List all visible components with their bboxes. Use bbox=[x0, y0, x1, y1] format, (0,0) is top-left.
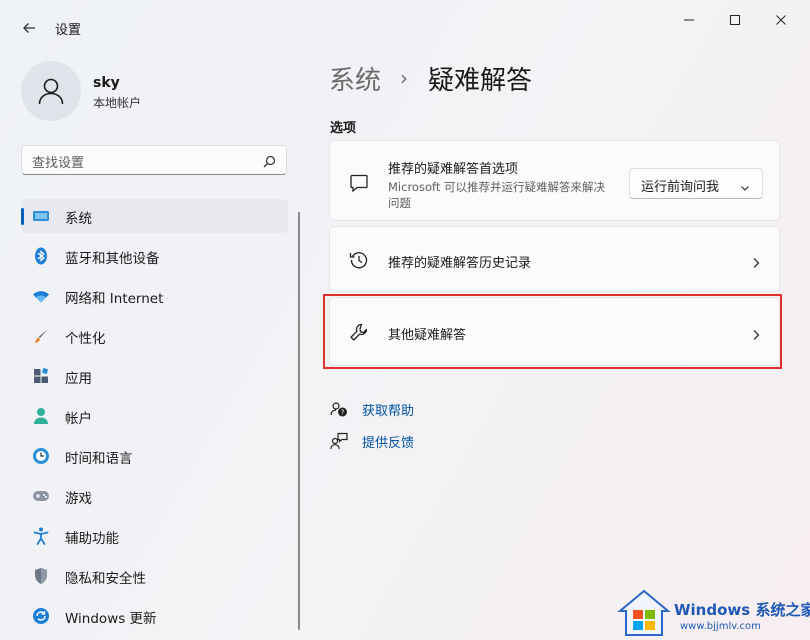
card-title: 推荐的疑难解答历史记录 bbox=[388, 256, 532, 271]
user-name: sky bbox=[93, 75, 120, 91]
clock-globe-icon bbox=[32, 447, 50, 465]
app-title: 设置 bbox=[55, 23, 82, 38]
active-indicator bbox=[21, 208, 24, 225]
sidebar-item-label: 隐私和安全性 bbox=[65, 571, 146, 587]
sidebar-item-label: 游戏 bbox=[65, 491, 92, 507]
sidebar-item-label: 时间和语言 bbox=[65, 451, 133, 467]
sidebar-item-accounts[interactable]: 帐户 bbox=[21, 399, 288, 433]
help-icon: ? bbox=[329, 399, 349, 419]
highlight-annotation bbox=[323, 294, 782, 369]
get-help-link[interactable]: ? 获取帮助 bbox=[329, 399, 414, 419]
sidebar-item-personalization[interactable]: 个性化 bbox=[21, 319, 288, 353]
sidebar-item-label: 帐户 bbox=[65, 411, 92, 427]
accessibility-icon bbox=[32, 527, 50, 545]
maximize-button[interactable] bbox=[712, 8, 758, 32]
avatar[interactable] bbox=[21, 61, 81, 121]
troubleshoot-history-card[interactable]: 推荐的疑难解答历史记录 bbox=[329, 226, 780, 292]
sidebar-item-gaming[interactable]: 游戏 bbox=[21, 479, 288, 513]
sidebar-item-privacy[interactable]: 隐私和安全性 bbox=[21, 559, 288, 593]
sidebar-item-label: 应用 bbox=[65, 371, 92, 387]
back-button[interactable] bbox=[14, 14, 44, 42]
preference-dropdown[interactable]: 运行前询问我 bbox=[629, 168, 763, 199]
apps-icon bbox=[32, 367, 50, 385]
svg-text:?: ? bbox=[341, 409, 345, 417]
breadcrumb-separator: › bbox=[400, 66, 408, 90]
get-help-label: 获取帮助 bbox=[362, 403, 415, 419]
update-icon bbox=[32, 607, 50, 625]
user-icon bbox=[38, 78, 64, 105]
card-description: Microsoft 可以推荐并运行疑难解答来解决问题 bbox=[388, 180, 605, 210]
troubleshoot-preferences-card: 推荐的疑难解答首选项 Microsoft 可以推荐并运行疑难解答来解决问题 运行… bbox=[329, 140, 780, 221]
feedback-icon bbox=[329, 431, 349, 451]
sidebar-item-label: 系统 bbox=[65, 211, 92, 227]
give-feedback-label: 提供反馈 bbox=[362, 435, 415, 451]
sidebar-item-time-language[interactable]: 时间和语言 bbox=[21, 439, 288, 473]
search-placeholder: 查找设置 bbox=[32, 156, 85, 171]
page-title: 疑难解答 bbox=[428, 66, 533, 96]
dropdown-value: 运行前询问我 bbox=[641, 180, 720, 195]
chevron-down-icon bbox=[740, 178, 750, 197]
bluetooth-icon bbox=[32, 247, 50, 265]
card-title: 推荐的疑难解答首选项 bbox=[388, 162, 519, 177]
sidebar-item-apps[interactable]: 应用 bbox=[21, 359, 288, 393]
sidebar-item-bluetooth[interactable]: 蓝牙和其他设备 bbox=[21, 239, 288, 273]
shield-icon bbox=[32, 567, 50, 585]
chat-icon bbox=[348, 172, 370, 194]
account-type: 本地帐户 bbox=[93, 96, 142, 110]
person-icon bbox=[32, 407, 50, 425]
close-button[interactable] bbox=[758, 8, 804, 32]
minimize-button[interactable] bbox=[666, 8, 712, 32]
sidebar-item-system[interactable]: 系统 bbox=[21, 199, 288, 233]
monitor-icon bbox=[32, 207, 50, 225]
wifi-icon bbox=[32, 287, 50, 305]
back-arrow-icon bbox=[23, 23, 35, 33]
sidebar-item-accessibility[interactable]: 辅助功能 bbox=[21, 519, 288, 553]
section-title: 选项 bbox=[330, 121, 357, 136]
watermark: Windows 系统之家 www.bjjmlv.com bbox=[612, 585, 810, 640]
history-icon bbox=[348, 249, 370, 271]
give-feedback-link[interactable]: 提供反馈 bbox=[329, 431, 414, 451]
sidebar-item-label: 个性化 bbox=[65, 331, 106, 347]
sidebar-item-label: Windows 更新 bbox=[65, 611, 157, 627]
watermark-url: www.bjjmlv.com bbox=[680, 621, 761, 632]
gamepad-icon bbox=[32, 487, 50, 505]
minimize-icon bbox=[684, 19, 694, 21]
sidebar-item-label: 网络和 Internet bbox=[65, 291, 164, 307]
sidebar-scrollbar[interactable] bbox=[298, 212, 300, 630]
search-input[interactable]: 查找设置 bbox=[21, 145, 287, 175]
sidebar-item-network[interactable]: 网络和 Internet bbox=[21, 279, 288, 313]
sidebar-item-windows-update[interactable]: Windows 更新 bbox=[21, 599, 288, 633]
brush-icon bbox=[32, 327, 50, 345]
sidebar-item-label: 辅助功能 bbox=[65, 531, 119, 547]
windows-logo-watermark bbox=[617, 589, 671, 636]
maximize-icon bbox=[730, 15, 740, 25]
sidebar-item-label: 蓝牙和其他设备 bbox=[65, 251, 160, 267]
chevron-right-icon bbox=[751, 254, 761, 273]
search-icon bbox=[263, 153, 276, 172]
breadcrumb-parent[interactable]: 系统 bbox=[329, 60, 381, 97]
watermark-brand: Windows 系统之家 bbox=[674, 601, 810, 619]
close-icon bbox=[776, 15, 786, 25]
